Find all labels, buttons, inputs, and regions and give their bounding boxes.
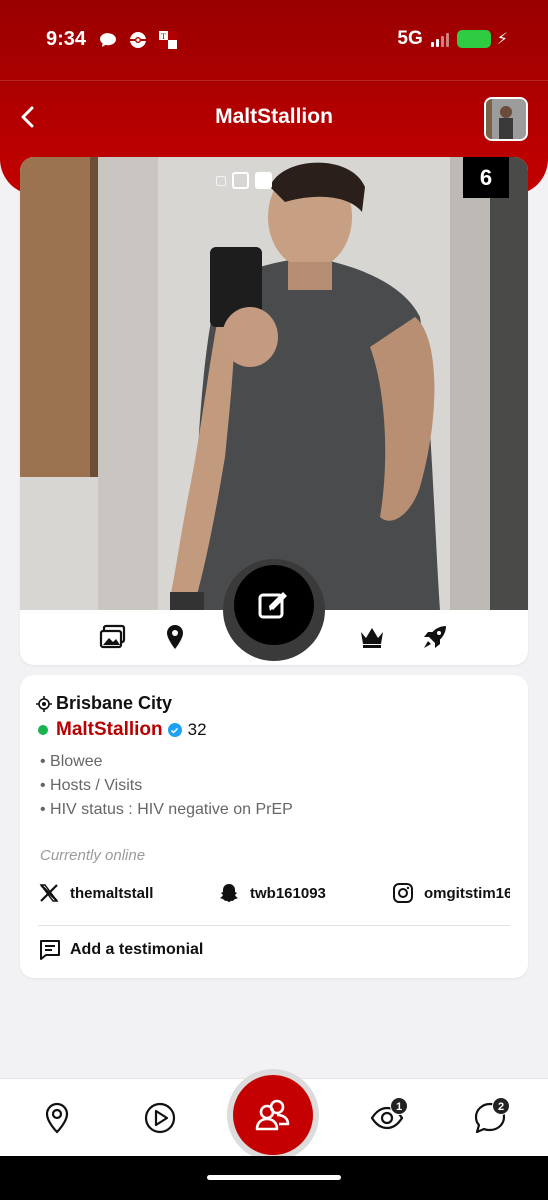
online-status-text: Currently online xyxy=(40,847,146,864)
age: 32 xyxy=(187,720,207,739)
snapchat-icon xyxy=(220,884,238,902)
photo-card: 6 xyxy=(20,157,528,665)
location-row: Brisbane City xyxy=(36,693,172,714)
add-testimonial-label: Add a testimonial xyxy=(70,941,204,958)
social-links: themaltstall twb161093 omgitstim16 xyxy=(38,882,510,912)
status-right: 5G ⚡ xyxy=(397,28,508,50)
status-divider xyxy=(0,80,548,81)
add-testimonial-button[interactable]: Add a testimonial xyxy=(38,938,203,962)
bottom-nav: 1 2 xyxy=(0,1069,548,1161)
location-pin-icon[interactable] xyxy=(160,622,190,652)
pokeball-icon xyxy=(130,32,146,48)
edit-profile-button[interactable] xyxy=(234,565,314,645)
gallery-icon[interactable] xyxy=(98,622,128,652)
instagram-handle: omgitstim16 xyxy=(424,884,510,902)
page-dot-active[interactable] xyxy=(255,172,272,189)
edit-icon xyxy=(258,592,287,619)
video-indicator-icon xyxy=(216,175,226,186)
views-badge: 1 xyxy=(390,1097,408,1115)
charging-icon: ⚡ xyxy=(496,31,508,48)
status-time: 9:34 xyxy=(46,28,87,50)
news-app-icon: T xyxy=(159,31,177,49)
location-text: Brisbane City xyxy=(56,693,173,713)
list-item: • HIV status : HIV negative on PrEP xyxy=(40,801,293,818)
list-item: • Blowee xyxy=(40,753,103,770)
comment-icon xyxy=(40,940,60,960)
crown-icon[interactable] xyxy=(357,622,387,652)
browse-people-button[interactable] xyxy=(233,1075,313,1155)
boost-rocket-icon[interactable] xyxy=(420,622,450,652)
snapchat-link[interactable]: twb161093 xyxy=(218,882,326,904)
page-title: MaltStallion xyxy=(215,105,333,128)
instagram-link[interactable]: omgitstim16 xyxy=(392,882,510,904)
network-label: 5G xyxy=(397,28,423,49)
snapchat-handle: twb161093 xyxy=(250,884,326,902)
list-item: • Hosts / Visits xyxy=(40,777,143,794)
video-play-icon[interactable] xyxy=(143,1101,177,1135)
x-handle: themaltstall xyxy=(70,884,154,902)
username: MaltStallion xyxy=(56,719,163,740)
svg-text:T: T xyxy=(161,32,166,41)
signal-icon xyxy=(430,31,449,47)
x-link[interactable]: themaltstall xyxy=(38,882,153,904)
locate-icon xyxy=(36,695,52,712)
photo-count-badge: 6 xyxy=(463,157,509,198)
avatar[interactable] xyxy=(484,97,528,141)
photo-pagination xyxy=(216,172,272,189)
profile-photo[interactable] xyxy=(20,157,528,610)
divider xyxy=(38,925,510,926)
nearby-map-icon[interactable] xyxy=(40,1101,74,1135)
status-bar: 9:34 T 5G ⚡ xyxy=(0,0,548,81)
x-logo-icon xyxy=(39,884,59,902)
home-indicator[interactable] xyxy=(207,1175,341,1180)
page-dot[interactable] xyxy=(232,172,249,189)
username-row: MaltStallion 32 xyxy=(38,719,207,741)
online-indicator xyxy=(38,725,48,735)
trait-list: • Blowee • Hosts / Visits • HIV status :… xyxy=(40,750,293,822)
people-icon xyxy=(255,1099,290,1131)
messages-badge: 2 xyxy=(492,1097,510,1115)
notification-icons: T xyxy=(98,30,178,50)
profile-info-card: Brisbane City MaltStallion 32 • Blowee •… xyxy=(20,675,528,978)
message-bubble-icon xyxy=(100,33,116,47)
home-bar-area xyxy=(0,1156,548,1200)
nav-bar: MaltStallion xyxy=(0,88,548,148)
battery-icon xyxy=(456,30,491,48)
instagram-icon xyxy=(393,883,413,903)
verified-icon xyxy=(167,723,182,737)
